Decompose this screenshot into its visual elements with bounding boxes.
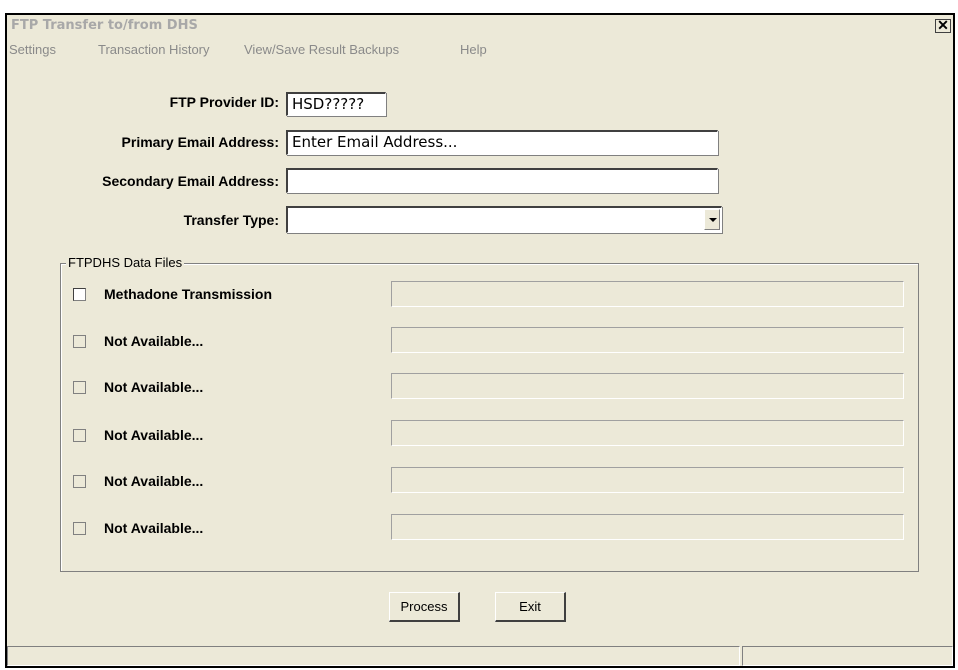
file-path-box-2 xyxy=(391,327,904,353)
unavailable-label-2: Not Available... xyxy=(104,333,204,349)
process-button[interactable]: Process xyxy=(389,592,460,622)
window-title: FTP Transfer to/from DHS xyxy=(11,18,198,33)
unavailable-label-3: Not Available... xyxy=(104,379,204,395)
provider-id-input[interactable]: HSD????? xyxy=(286,92,386,116)
primary-email-label: Primary Email Address: xyxy=(121,134,279,150)
menu-help[interactable]: Help xyxy=(460,42,487,57)
unavailable-checkbox-4 xyxy=(73,429,86,442)
file-path-box-1 xyxy=(391,281,904,307)
methadone-transmission-label: Methadone Transmission xyxy=(104,286,273,302)
close-icon[interactable]: ✕ xyxy=(935,18,951,33)
transfer-type-select[interactable] xyxy=(286,206,722,233)
file-path-box-6 xyxy=(391,514,904,540)
unavailable-checkbox-6 xyxy=(73,522,86,535)
primary-email-field[interactable]: Enter Email Address... xyxy=(286,130,718,155)
menu-bar: Settings Transaction History View/Save R… xyxy=(7,40,953,60)
status-bar xyxy=(7,646,953,668)
title-bar: FTP Transfer to/from DHS ✕ xyxy=(7,15,953,37)
file-path-box-5 xyxy=(391,467,904,493)
menu-view-save-result-backups[interactable]: View/Save Result Backups xyxy=(244,42,399,57)
transfer-type-label: Transfer Type: xyxy=(183,212,279,228)
provider-id-label: FTP Provider ID: xyxy=(169,94,279,110)
data-files-legend: FTPDHS Data Files xyxy=(66,255,185,270)
unavailable-checkbox-5 xyxy=(73,475,86,488)
secondary-email-field[interactable] xyxy=(286,168,718,193)
status-pane-main xyxy=(7,646,740,666)
menu-settings[interactable]: Settings xyxy=(9,42,56,57)
unavailable-label-5: Not Available... xyxy=(104,473,204,489)
unavailable-label-4: Not Available... xyxy=(104,427,204,443)
file-path-box-3 xyxy=(391,373,904,399)
exit-button[interactable]: Exit xyxy=(495,592,566,622)
menu-transaction-history[interactable]: Transaction History xyxy=(98,42,210,57)
ftp-transfer-window: FTP Transfer to/from DHS ✕ Settings Tran… xyxy=(5,13,955,668)
unavailable-checkbox-3 xyxy=(73,381,86,394)
secondary-email-label: Secondary Email Address: xyxy=(102,173,279,189)
status-pane-secondary xyxy=(742,646,953,666)
unavailable-label-6: Not Available... xyxy=(104,520,204,536)
unavailable-checkbox-2 xyxy=(73,335,86,348)
chevron-down-icon[interactable] xyxy=(704,209,720,230)
file-path-box-4 xyxy=(391,420,904,446)
methadone-transmission-checkbox[interactable] xyxy=(73,288,86,301)
